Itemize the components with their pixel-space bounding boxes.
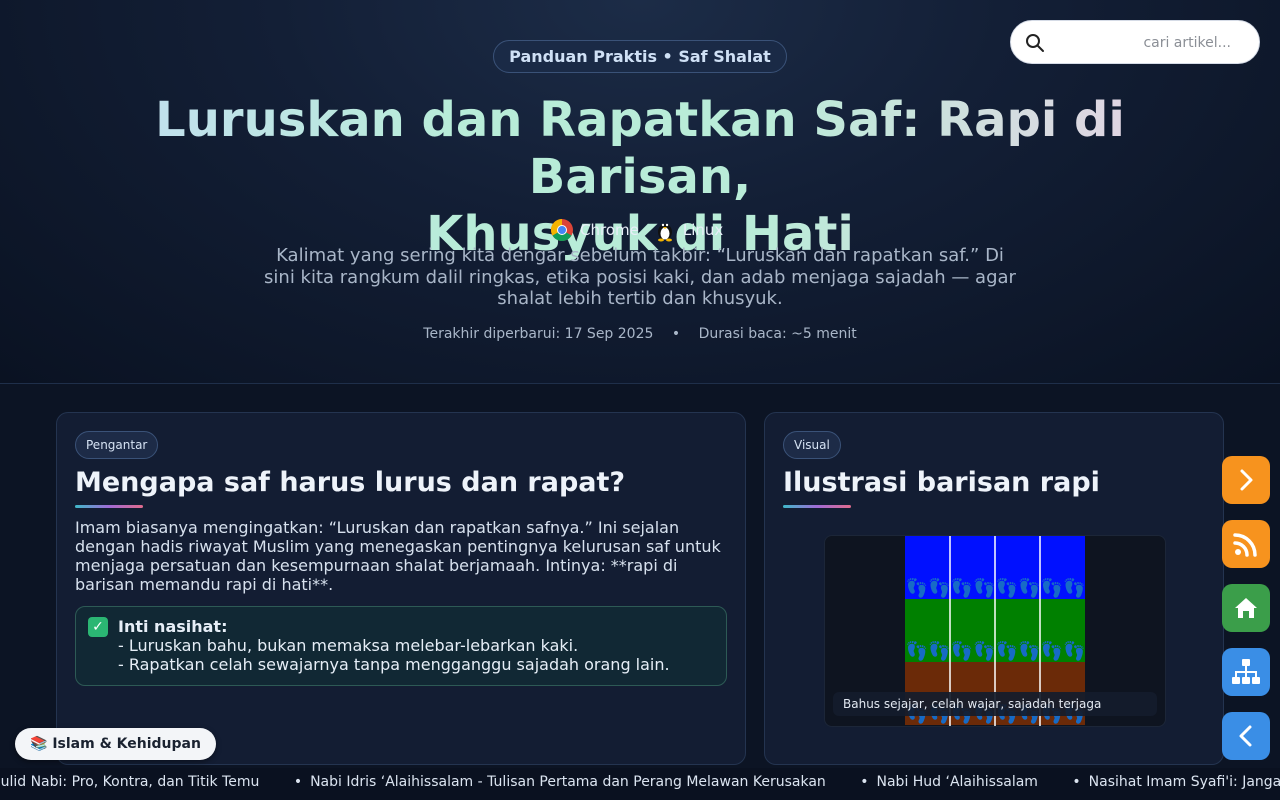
tech-badges: Chrome Linux [550,217,723,243]
intro-body: Imam biasanya mengingatkan: “Luruskan da… [75,518,721,594]
footprint-icon: 👣 [1018,640,1040,662]
page-title-line-1: Luruskan dan Rapatkan Saf: Rapi di Baris… [155,92,1125,205]
illustration-caption: Bahus sejajar, celah wajar, sajadah terj… [833,692,1157,716]
ticker-link[interactable]: •Nasihat Imam Syafi'i: Jangan Ti [1072,774,1280,790]
visual-tag: Visual [783,431,841,459]
search-icon[interactable] [1025,33,1045,53]
footprint-icon: 👣 [1063,577,1085,599]
intro-heading: Mengapa saf harus lurus dan rapat? [75,467,626,498]
linux-tux-icon [657,223,672,242]
search-input[interactable] [1055,29,1245,57]
updated-date: Terakhir diperbarui: 17 Sep 2025 [423,326,654,342]
footprint-icon: 👣 [973,577,995,599]
ticker-items: aulid Nabi: Pro, Kontra, dan Titik Temu … [0,774,1280,790]
footprint-icon: 👣 [996,577,1018,599]
advice-title: Inti nasihat: [118,617,228,636]
footprint-icon: 👣 [951,577,973,599]
ticker-link[interactable]: aulid Nabi: Pro, Kontra, dan Titik Temu [0,774,259,790]
heading-underline [783,505,851,508]
meta-separator: • [671,326,681,342]
visual-card: Visual Ilustrasi barisan rapi 👣 👣 👣 👣 👣 👣 👣 👣 👣 👣… [764,412,1224,765]
footprint-icon: 👣 [906,640,928,662]
ticker-link[interactable]: • Nabi Hud ‘Alaihissalam [860,774,1038,790]
read-time: Durasi baca: ~5 menit [698,326,857,342]
chevron-right-icon [1240,469,1253,491]
chevron-left-icon [1239,725,1252,747]
rss-button[interactable] [1222,520,1270,568]
footprint-icon: 👣 [1063,640,1085,662]
footprint-icon: 👣 [928,640,950,662]
category-chip[interactable]: 📚 Islam & Kehidupan [15,728,216,760]
chrome-icon [551,219,573,241]
chrome-label: Chrome [580,221,639,239]
intro-tag: Pengantar [75,431,159,459]
news-ticker: aulid Nabi: Pro, Kontra, dan Titik Temu … [0,768,1280,800]
intro-card: Pengantar Mengapa saf harus lurus dan ra… [56,412,746,765]
advice-line: - Luruskan bahu, bukan memaksa melebar-l… [118,636,579,655]
kicker-badge: Panduan Praktis • Saf Shalat [493,40,787,73]
page-subtitle: Kalimat yang sering kita dengar sebelum … [264,245,1016,309]
footprint-icon: 👣 [951,640,973,662]
footprint-icon: 👣 [1018,577,1040,599]
home-icon [1235,598,1257,618]
back-button[interactable] [1222,712,1270,760]
sitemap-button[interactable] [1222,648,1270,696]
home-button[interactable] [1222,584,1270,632]
footprint-icon: 👣 [906,577,928,599]
visual-heading: Ilustrasi barisan rapi [783,467,1100,498]
linux-label: Linux [682,221,724,239]
rss-icon [1233,533,1257,557]
footprint-icon: 👣 [928,577,950,599]
ticker-link[interactable]: • Nabi Idris ‘Alaihissalam - Tulisan Pert… [294,774,826,790]
footprint-icon: 👣 [996,640,1018,662]
footprint-icon: 👣 [1041,577,1063,599]
next-button[interactable] [1222,456,1270,504]
advice-line: - Rapatkan celah sewajarnya tanpa mengga… [118,655,670,674]
check-icon: ✓ [88,617,108,637]
footprint-icon: 👣 [973,640,995,662]
search-box[interactable] [1010,20,1260,64]
sitemap-icon [1232,659,1260,684]
article-meta: Terakhir diperbarui: 17 Sep 2025 • Duras… [0,326,1280,342]
heading-underline [75,505,143,508]
footprint-icon: 👣 [1041,640,1063,662]
advice-box: ✓ Inti nasihat: - Luruskan bahu, bukan m… [75,606,727,686]
row-illustration: 👣👣👣👣👣👣👣👣👣👣👣👣👣👣👣👣👣👣👣👣👣👣👣👣 Bahus sejajar, … [824,535,1166,727]
